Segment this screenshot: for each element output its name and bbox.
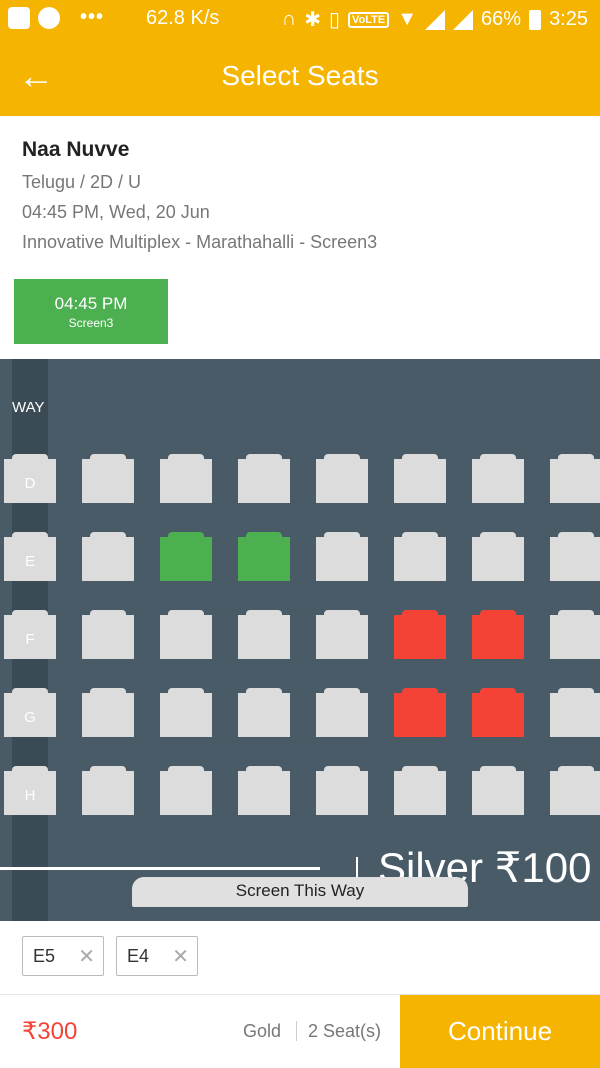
venue-name: Innovative Multiplex - Marathahalli - Sc…: [22, 232, 378, 252]
footer-separator: [296, 1021, 297, 1041]
showtime-time: 04:45 PM: [54, 294, 128, 313]
seat-available[interactable]: [238, 610, 290, 659]
seat-available[interactable]: [394, 766, 446, 815]
total-price: ₹300: [22, 1018, 78, 1045]
movie-title: Naa Nuvve: [22, 138, 130, 161]
row-label: G: [24, 709, 36, 726]
seat-sold: [472, 610, 524, 659]
selected-seat-chip: E5 ✕: [22, 936, 104, 976]
seat-available[interactable]: [160, 454, 212, 503]
seat-available[interactable]: [160, 610, 212, 659]
row-label: F: [25, 631, 35, 648]
seat-map[interactable]: WAY Silver ₹100 Screen This Way DEFGH: [0, 359, 600, 921]
show-datetime: 04:45 PM, Wed, 20 Jun: [22, 202, 210, 222]
seat-class: Gold: [243, 1021, 282, 1041]
way-label: WAY: [12, 399, 45, 416]
movie-info: Naa Nuvve Telugu / 2D / U 04:45 PM, Wed,…: [22, 138, 377, 262]
app-bar: ← Select Seats: [0, 36, 600, 116]
headphones-icon: ∩: [281, 8, 297, 30]
seat-available[interactable]: [316, 766, 368, 815]
seat-available[interactable]: [82, 610, 134, 659]
volte-badge: VoLTE: [348, 11, 390, 28]
close-icon[interactable]: ✕: [78, 944, 95, 969]
chat-notification-icon: [38, 6, 60, 29]
seat-available[interactable]: [316, 532, 368, 581]
seat-selected[interactable]: [238, 532, 290, 581]
seat-available[interactable]: [550, 688, 600, 737]
seat-available[interactable]: [238, 454, 290, 503]
selected-seat-chip: E4 ✕: [116, 936, 198, 976]
battery-percent: 66%: [481, 8, 522, 30]
seat-available[interactable]: [550, 610, 600, 659]
seat-available[interactable]: [82, 688, 134, 737]
screen-indicator: Screen This Way: [132, 877, 468, 907]
seat-available[interactable]: [472, 454, 524, 503]
seat-available[interactable]: [472, 766, 524, 815]
seat-available[interactable]: [316, 688, 368, 737]
seat-available[interactable]: [160, 766, 212, 815]
seat-sold: [394, 610, 446, 659]
seat-selected[interactable]: [160, 532, 212, 581]
status-bar: ••• 62.8 K/s ∩ ✱ ▯ VoLTE ▼ 66% 3:25: [0, 0, 600, 36]
seat-available[interactable]: [82, 766, 134, 815]
signal-roaming-icon: [453, 9, 474, 30]
seat-available[interactable]: [316, 454, 368, 503]
seat-available[interactable]: [550, 766, 600, 815]
selected-seats: E5 ✕ E4 ✕: [22, 936, 198, 976]
page-title: Select Seats: [221, 60, 379, 91]
seat-available[interactable]: [238, 766, 290, 815]
selected-seat-label: E5: [33, 945, 56, 966]
seat-sold: [394, 688, 446, 737]
bottom-bar: ₹300 Gold 2 Seat(s) Continue: [0, 994, 600, 1068]
showtime-screen: Screen3: [68, 316, 114, 330]
row-label: D: [24, 475, 36, 492]
app-notification-icon: [8, 6, 30, 29]
seat-available[interactable]: [82, 454, 134, 503]
vibrate-icon: ▯: [329, 9, 341, 31]
clock: 3:25: [549, 8, 588, 30]
seat-available[interactable]: [394, 454, 446, 503]
seat-available[interactable]: [550, 532, 600, 581]
seat-sold: [472, 688, 524, 737]
seat-available[interactable]: [472, 532, 524, 581]
seat-available[interactable]: [238, 688, 290, 737]
more-notifications-icon: •••: [80, 6, 105, 28]
row-label: H: [24, 787, 36, 804]
bluetooth-icon: ✱: [304, 9, 322, 31]
close-icon[interactable]: ✕: [172, 944, 189, 969]
seat-available[interactable]: [316, 610, 368, 659]
seat-available[interactable]: [82, 532, 134, 581]
signal-icon: [425, 9, 446, 30]
seat-count: 2 Seat(s): [308, 1021, 382, 1041]
seat-available[interactable]: [394, 532, 446, 581]
seat-available[interactable]: [550, 454, 600, 503]
seat-available[interactable]: [160, 688, 212, 737]
battery-icon: [529, 9, 542, 30]
showtime-button[interactable]: 04:45 PM Screen3: [14, 279, 168, 344]
network-speed: 62.8 K/s: [146, 7, 220, 29]
selected-seat-label: E4: [127, 945, 150, 966]
continue-button[interactable]: Continue: [400, 995, 600, 1068]
movie-language-format: Telugu / 2D / U: [22, 172, 142, 192]
wifi-icon: ▼: [397, 8, 418, 30]
section-divider: [0, 867, 320, 870]
row-label: E: [24, 553, 35, 570]
